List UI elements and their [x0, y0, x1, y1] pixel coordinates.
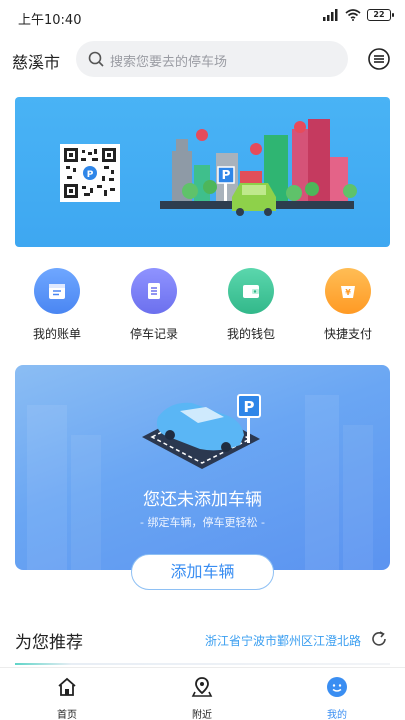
status-bar: 上午10:40 22 — [0, 0, 405, 34]
recommend-title: 为您推荐 — [15, 633, 83, 653]
nav-nearby-label: 附近 — [192, 710, 212, 720]
nav-profile-label: 我的 — [327, 710, 347, 720]
wallet-icon — [228, 268, 274, 314]
refresh-icon[interactable] — [370, 630, 388, 648]
nav-home-label: 首页 — [57, 710, 77, 720]
bill-icon — [34, 268, 80, 314]
menu-icon[interactable] — [367, 47, 391, 71]
nav-nearby[interactable]: 附近 — [172, 676, 232, 720]
city-parking-illustration: P — [160, 119, 357, 216]
record-icon — [131, 268, 177, 314]
quick-action-quick-pay[interactable]: ¥ 快捷支付 — [303, 268, 393, 342]
recommend-list-edge — [15, 663, 390, 665]
quick-action-label: 快捷支付 — [323, 327, 372, 341]
quick-action-label: 我的账单 — [32, 327, 81, 341]
search-placeholder: 搜索您要去的停车场 — [110, 55, 228, 70]
quick-action-label: 停车记录 — [129, 327, 178, 341]
add-vehicle-button[interactable]: 添加车辆 — [131, 554, 274, 590]
bottom-navigation: 首页 附近 我的 — [0, 667, 405, 720]
quick-action-bill[interactable]: 我的账单 — [12, 268, 102, 342]
recommend-location[interactable]: 浙江省宁波市鄞州区江澄北路 — [205, 632, 361, 649]
vehicle-card: P 您还未添加车辆 - 绑定车辆，停车更轻松 - — [15, 365, 390, 570]
svg-text:P: P — [222, 168, 231, 182]
header: 慈溪市 搜索您要去的停车场 — [0, 38, 405, 80]
svg-text:¥: ¥ — [345, 288, 351, 297]
quick-action-label: 我的钱包 — [226, 327, 275, 341]
nav-profile[interactable]: 我的 — [307, 676, 367, 720]
qr-code-icon: P — [60, 144, 120, 202]
city-selector[interactable]: 慈溪市 — [12, 49, 60, 73]
quick-actions: 我的账单 停车记录 我的钱包 ¥ 快捷支付 — [0, 268, 405, 348]
status-icons: 22 — [323, 9, 394, 21]
location-pin-icon — [191, 677, 213, 697]
wifi-icon — [345, 9, 361, 21]
signal-icon — [323, 9, 338, 21]
vehicle-card-subtitle: - 绑定车辆，停车更轻松 - — [140, 516, 265, 529]
profile-icon — [327, 677, 347, 697]
quick-action-wallet[interactable]: 我的钱包 — [206, 268, 296, 342]
car-parking-illustration: P — [142, 394, 261, 469]
quick-action-record[interactable]: 停车记录 — [109, 268, 199, 342]
search-icon — [88, 51, 104, 67]
promo-banner[interactable]: P P — [15, 97, 390, 247]
quick-pay-icon: ¥ — [325, 268, 371, 314]
svg-text:P: P — [87, 170, 94, 180]
svg-text:P: P — [244, 398, 255, 416]
search-bar[interactable]: 搜索您要去的停车场 — [76, 41, 348, 77]
home-icon — [58, 677, 76, 696]
vehicle-card-title: 您还未添加车辆 — [143, 490, 262, 510]
status-time: 上午10:40 — [18, 13, 82, 28]
nav-home[interactable]: 首页 — [37, 676, 97, 720]
battery-icon: 22 — [367, 9, 394, 21]
